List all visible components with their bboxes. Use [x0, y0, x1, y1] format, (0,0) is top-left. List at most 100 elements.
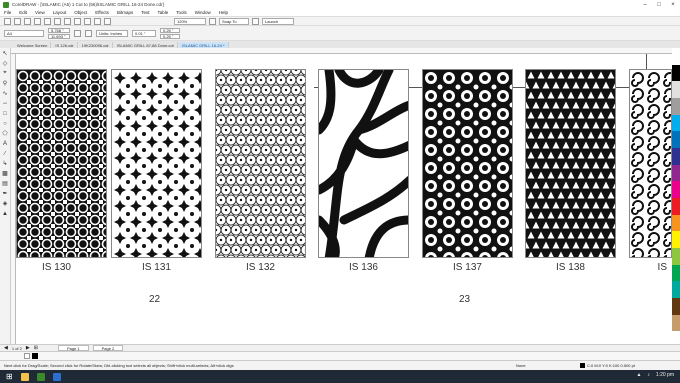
menu-help[interactable]: Help: [219, 10, 228, 15]
ellipse-tool-icon[interactable]: ○: [2, 120, 9, 127]
landscape-icon[interactable]: [85, 29, 92, 37]
open-icon[interactable]: [14, 17, 21, 25]
palette-swatch[interactable]: [672, 114, 680, 132]
page-count: 1 of 2: [11, 345, 22, 351]
menu-bar: File Edit View Layout Object Effects Bit…: [0, 9, 680, 16]
new-icon[interactable]: [4, 17, 11, 25]
file-explorer-icon[interactable]: [20, 372, 29, 381]
menu-file[interactable]: File: [4, 10, 11, 15]
panel-is-138[interactable]: [525, 69, 616, 258]
launch-button[interactable]: Launch: [262, 17, 294, 25]
panel-label: IS: [657, 262, 667, 273]
connector-tool-icon[interactable]: ↳: [2, 160, 9, 167]
standard-toolbar: 120% Snap To Launch: [0, 16, 680, 26]
freehand-tool-icon[interactable]: ∿: [2, 90, 9, 97]
minimize-icon[interactable]: –: [638, 0, 652, 9]
parallel-dimension-icon[interactable]: ∕: [2, 150, 9, 157]
menu-layout[interactable]: Layout: [53, 10, 67, 15]
menu-bitmaps[interactable]: Bitmaps: [117, 10, 133, 15]
polygon-tool-icon[interactable]: ⬠: [2, 130, 9, 137]
palette-swatch[interactable]: [672, 198, 680, 215]
text-tool-icon[interactable]: A: [2, 140, 9, 147]
panel-is-partial[interactable]: [629, 69, 672, 258]
save-icon[interactable]: [24, 17, 31, 25]
black-swatch[interactable]: [32, 353, 38, 359]
palette-swatch[interactable]: [672, 164, 680, 182]
panel-label: IS 138: [556, 262, 585, 273]
snap-to-button[interactable]: Snap To: [219, 17, 249, 25]
copy-icon[interactable]: [54, 17, 61, 25]
window-controls: – □ ×: [638, 0, 680, 9]
no-color-swatch[interactable]: [24, 353, 30, 359]
palette-swatch[interactable]: [672, 64, 680, 82]
nudge-field[interactable]: 0.01 ": [132, 29, 156, 37]
windows-start-icon[interactable]: ⊞: [6, 372, 13, 381]
menu-text[interactable]: Text: [141, 10, 149, 15]
menu-window[interactable]: Window: [195, 10, 211, 15]
panel-is-131[interactable]: [111, 69, 202, 258]
palette-swatch[interactable]: [672, 281, 680, 299]
duplicate-y-field[interactable]: 0.25 ": [160, 33, 180, 39]
palette-swatch[interactable]: [672, 81, 680, 99]
panel-is-137[interactable]: [422, 69, 513, 258]
undo-icon[interactable]: [74, 17, 81, 25]
maximize-icon[interactable]: □: [652, 0, 666, 9]
zoom-tool-icon[interactable]: ⚲: [2, 80, 9, 87]
panel-label: IS 136: [349, 262, 378, 273]
duplicate-x-field[interactable]: 0.25 ": [160, 27, 180, 33]
panel-is-132[interactable]: [215, 69, 306, 258]
cut-icon[interactable]: [44, 17, 51, 25]
eyedropper-icon[interactable]: ✒: [2, 190, 9, 197]
import-icon[interactable]: [94, 17, 101, 25]
rectangle-tool-icon[interactable]: □: [2, 110, 9, 117]
palette-swatch[interactable]: [672, 148, 680, 165]
coreldraw-taskbar-icon[interactable]: [36, 372, 45, 381]
close-icon[interactable]: ×: [666, 0, 680, 9]
panel-is-136[interactable]: [318, 69, 409, 258]
menu-effects[interactable]: Effects: [95, 10, 109, 15]
palette-swatch[interactable]: [672, 98, 680, 115]
palette-swatch[interactable]: [672, 298, 680, 315]
print-icon[interactable]: [34, 17, 41, 25]
transparency-tool-icon[interactable]: ▤: [2, 180, 9, 187]
shape-tool-icon[interactable]: ◇: [2, 60, 9, 67]
page-number-label: 23: [459, 294, 471, 305]
palette-swatch[interactable]: [672, 248, 680, 265]
paste-icon[interactable]: [64, 17, 71, 25]
smart-fill-icon[interactable]: ▲: [2, 210, 9, 217]
menu-object[interactable]: Object: [74, 10, 87, 15]
palette-swatch[interactable]: [672, 48, 680, 65]
palette-swatch[interactable]: [672, 264, 680, 282]
portrait-icon[interactable]: [74, 29, 81, 37]
options-icon[interactable]: [252, 17, 259, 25]
page-width-field[interactable]: 5.768 ": [48, 27, 70, 33]
property-bar: A4 5.768 " 11.693 " Units: Inches 0.01 "…: [0, 26, 680, 41]
page-height-field[interactable]: 11.693 ": [48, 33, 70, 39]
palette-swatch[interactable]: [672, 231, 680, 249]
artistic-media-icon[interactable]: ∽: [2, 100, 9, 107]
redo-icon[interactable]: [84, 17, 91, 25]
units-select[interactable]: Units: Inches: [96, 29, 128, 37]
palette-swatch[interactable]: [672, 181, 680, 199]
palette-swatch[interactable]: [672, 314, 680, 332]
export-icon[interactable]: [104, 17, 111, 25]
crop-tool-icon[interactable]: ⌖: [2, 70, 9, 77]
drawing-canvas[interactable]: IS 130 IS 131 IS 132 IS 136 IS 137 IS 13…: [16, 54, 672, 344]
volume-icon[interactable]: ♪: [647, 372, 650, 378]
pick-tool-icon[interactable]: ↖: [2, 50, 9, 57]
menu-tools[interactable]: Tools: [176, 10, 187, 15]
zoom-field[interactable]: 120%: [174, 17, 206, 25]
browser-taskbar-icon[interactable]: [52, 372, 61, 381]
network-icon[interactable]: ▲: [636, 372, 641, 378]
panel-is-130[interactable]: [16, 69, 107, 258]
color-palette[interactable]: [672, 48, 680, 349]
menu-table[interactable]: Table: [157, 10, 168, 15]
drop-shadow-icon[interactable]: ▩: [2, 170, 9, 177]
menu-view[interactable]: View: [35, 10, 45, 15]
full-screen-icon[interactable]: [209, 17, 216, 25]
palette-swatch[interactable]: [672, 214, 680, 232]
menu-edit[interactable]: Edit: [19, 10, 27, 15]
palette-swatch[interactable]: [672, 131, 680, 149]
page-size-select[interactable]: A4: [4, 29, 44, 37]
interactive-fill-icon[interactable]: ◈: [2, 200, 9, 207]
